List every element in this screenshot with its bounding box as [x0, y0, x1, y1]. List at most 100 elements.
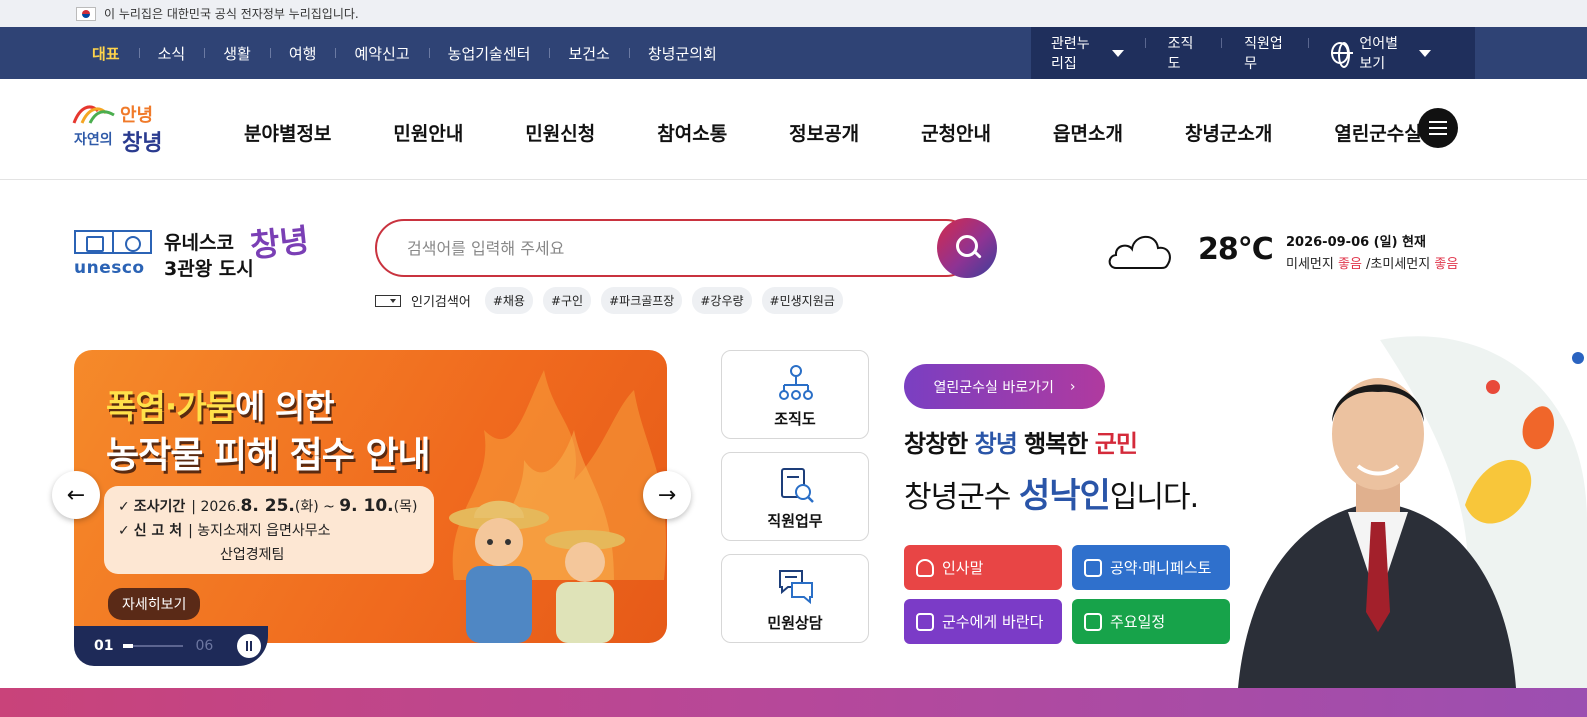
greeting-button[interactable]: 인사말	[904, 545, 1062, 590]
weather-date: 2026-09-06 (일) 현재	[1286, 235, 1426, 250]
all-menu-button[interactable]	[1418, 108, 1458, 148]
site-logo[interactable]: 안녕 자연의 창녕	[72, 97, 172, 159]
banner-place-value2: 산업경제팀	[220, 547, 285, 563]
cloud-icon	[1108, 235, 1171, 269]
unesco-emblem-icon	[74, 230, 152, 254]
schedule-button[interactable]: 주요일정	[1072, 599, 1230, 644]
mayor-name: 성낙인	[1018, 476, 1111, 516]
quick-link-org-chart[interactable]: 조직도	[721, 350, 869, 439]
top-nav-item-life[interactable]: 생활	[204, 43, 270, 64]
banner-detail-button[interactable]: 자세히보기	[108, 588, 201, 620]
gnb-item-participation[interactable]: 참여소통	[657, 119, 727, 146]
banner-place-label: 신 고 처	[133, 523, 183, 539]
farmer-illustration	[449, 500, 549, 643]
hamburger-icon	[1429, 121, 1447, 123]
hamburger-line	[1429, 133, 1447, 135]
mayor-intro: 창녕군수 성낙인입니다.	[904, 468, 1199, 517]
gnb-item-civil-guide[interactable]: 민원안내	[393, 119, 463, 146]
korea-flag-icon	[76, 6, 96, 21]
top-nav-item-travel[interactable]: 여행	[269, 43, 336, 64]
gnb-item-civil-apply[interactable]: 민원신청	[525, 119, 595, 146]
top-nav-item-news[interactable]: 소식	[138, 43, 205, 64]
banner-place-value: 농지소재지 읍면사무소	[197, 523, 331, 539]
globe-icon	[1331, 42, 1354, 68]
top-nav-item-reservation[interactable]: 예약신고	[335, 43, 428, 64]
ultra-dust-label: 초미세먼지	[1370, 257, 1431, 272]
search-button[interactable]	[937, 218, 997, 278]
person-icon	[916, 558, 934, 577]
top-nav-item-agri-center[interactable]: 농업기술센터	[428, 43, 550, 64]
org-chart-link[interactable]: 조직도	[1168, 33, 1223, 73]
popular-tag[interactable]: #강우량	[692, 287, 752, 314]
suggestion-button[interactable]: 군수에게 바란다	[904, 599, 1062, 644]
banner-period-value: 2026.8. 25.(화) ~ 9. 10.(목)	[200, 496, 417, 516]
logo-swoosh-icon	[72, 105, 115, 124]
search-input[interactable]	[375, 219, 975, 277]
related-sites-label: 관련누리집	[1051, 36, 1090, 72]
mayor-office-shortcut-label: 열린군수실 바로가기	[933, 379, 1054, 396]
quick-link-label: 조직도	[774, 410, 816, 428]
gnb-item-county-office[interactable]: 군청안내	[921, 119, 991, 146]
slogan-part: 창창한	[904, 429, 968, 458]
unesco-script: 창녕	[248, 221, 311, 265]
banner-period-label: 조사기간	[133, 499, 186, 515]
farmer-woman-illustration	[545, 530, 625, 643]
top-nav-left: 대표 소식 생활 여행 예약신고 농업기술센터 보건소 창녕군의회	[0, 27, 736, 79]
top-nav: 대표 소식 생활 여행 예약신고 농업기술센터 보건소 창녕군의회 관련누리집 …	[0, 27, 1587, 79]
popular-tag[interactable]: #파크골프장	[601, 287, 683, 314]
pencil-note-icon	[1084, 558, 1102, 577]
dust-info: 미세먼지 좋음 /초미세먼지 좋음	[1286, 257, 1459, 272]
arrow-left-icon: ←	[66, 482, 86, 508]
quick-link-label: 직원업무	[767, 512, 823, 530]
popular-toggle-icon[interactable]	[375, 294, 401, 307]
top-nav-item-main[interactable]: 대표	[92, 43, 139, 64]
unesco-word: unesco	[74, 258, 145, 278]
quick-link-consult[interactable]: 민원상담	[721, 554, 869, 643]
bottom-color-strip	[0, 688, 1587, 717]
gov-banner: 이 누리집은 대한민국 공식 전자정부 누리집입니다.	[0, 0, 1587, 27]
manifesto-label: 공약·매니페스토	[1110, 559, 1212, 577]
quick-link-staff-work[interactable]: 직원업무	[721, 452, 869, 541]
banner-place-row: ✓ 신 고 처 | 농지소재지 읍면사무소	[118, 520, 420, 540]
mayor-portrait	[1238, 378, 1516, 688]
gnb-item-info-disclosure[interactable]: 정보공개	[789, 119, 859, 146]
period-year: 2026.	[200, 499, 241, 515]
popular-tag[interactable]: #구인	[542, 287, 592, 314]
banner-period-row: ✓ 조사기간 | 2026.8. 25.(화) ~ 9. 10.(목)	[118, 496, 418, 516]
period-sep: (화) ~	[294, 499, 340, 515]
related-sites-dropdown[interactable]: 관련누리집	[1051, 33, 1146, 73]
calendar-check-icon	[1084, 612, 1102, 631]
gnb-item-about[interactable]: 창녕군소개	[1185, 119, 1272, 146]
language-dropdown[interactable]: 언어별보기	[1331, 33, 1453, 73]
banner-total: 06	[195, 638, 214, 654]
banner-next-button[interactable]: →	[643, 471, 691, 519]
banner-progress	[123, 644, 184, 648]
manifesto-button[interactable]: 공약·매니페스토	[1072, 545, 1230, 590]
top-nav-item-council[interactable]: 창녕군의회	[628, 43, 736, 64]
mayor-intro-post: 입니다.	[1109, 480, 1199, 515]
check-icon: ✓	[118, 523, 130, 539]
popular-label: 인기검색어	[411, 295, 471, 310]
main-banner[interactable]: 폭염·가뭄에 의한 농작물 피해 접수 안내 ✓ 조사기간 | 2026.8. 2…	[74, 350, 667, 643]
popular-tag[interactable]: #채용	[484, 287, 533, 314]
popular-tag[interactable]: #민생지원금	[761, 287, 843, 314]
mayor-office-shortcut[interactable]: 열린군수실 바로가기 ›	[904, 364, 1105, 409]
gov-banner-text: 이 누리집은 대한민국 공식 전자정부 누리집입니다.	[104, 7, 359, 21]
unesco-badge: unesco 유네스코 3관왕 도시 창녕	[74, 218, 324, 280]
gnb-item-mayor-office[interactable]: 열린군수실	[1334, 119, 1421, 146]
top-nav-item-health-center[interactable]: 보건소	[549, 43, 628, 64]
hamburger-line	[1429, 127, 1447, 129]
logo-text-changnyeong: 창녕	[122, 131, 163, 156]
unesco-line1: 유네스코	[164, 232, 234, 254]
gnb-item-towns[interactable]: 읍면소개	[1053, 119, 1123, 146]
banner-prev-button[interactable]: ←	[52, 471, 100, 519]
period-end: 9. 10.	[339, 496, 394, 516]
popular-keywords: 인기검색어 #채용 #구인 #파크골프장 #강우량 #민생지원금	[375, 287, 853, 314]
global-nav: 분야별정보 민원안내 민원신청 참여소통 정보공개 군청안내 읍면소개 창녕군소…	[244, 119, 1422, 146]
gnb-item-field-info[interactable]: 분야별정보	[244, 119, 331, 146]
pause-icon[interactable]	[237, 634, 261, 658]
language-label: 언어별보기	[1359, 36, 1398, 72]
banner-title-rest: 에 의한	[234, 387, 335, 426]
org-chart-icon	[779, 365, 813, 400]
staff-work-link[interactable]: 직원업무	[1244, 33, 1310, 73]
